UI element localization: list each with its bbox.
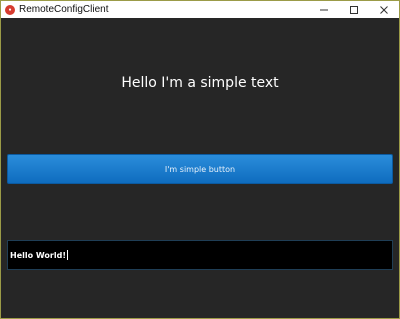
maximize-icon — [350, 5, 358, 14]
window-controls — [309, 1, 399, 18]
minimize-icon — [320, 9, 328, 10]
close-icon — [380, 5, 388, 14]
app-logo-icon: ● — [5, 4, 15, 15]
title-bar[interactable]: ● RemoteConfigClient — [1, 1, 399, 18]
main-content: Hello I'm a simple text I'm simple butto… — [1, 18, 399, 318]
app-window: ● RemoteConfigClient Hello I'm a simple … — [0, 0, 400, 319]
input-value: Hello World! — [10, 250, 66, 260]
simple-text-label: Hello I'm a simple text — [121, 75, 279, 91]
minimize-button[interactable] — [309, 1, 339, 18]
simple-button[interactable]: I'm simple button — [7, 154, 393, 184]
text-input-field[interactable]: Hello World! — [7, 240, 393, 270]
close-button[interactable] — [369, 1, 399, 18]
simple-button-label: I'm simple button — [164, 164, 236, 174]
window-title: RemoteConfigClient — [19, 4, 109, 15]
text-caret — [66, 250, 68, 260]
maximize-button[interactable] — [339, 1, 369, 18]
